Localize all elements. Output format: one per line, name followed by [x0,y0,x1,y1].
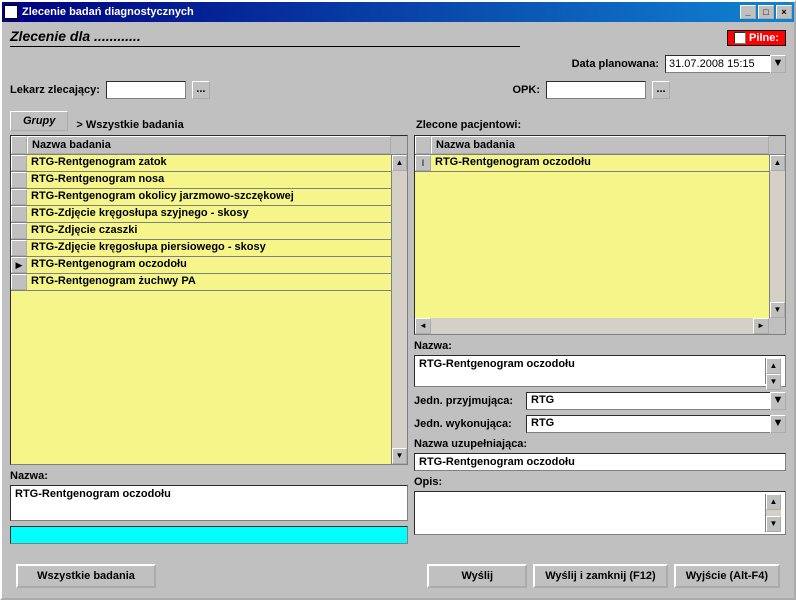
pilne-checkbox[interactable] [734,32,746,44]
pilne-badge[interactable]: Pilne: [727,30,786,46]
scroll-down-icon[interactable]: ▼ [766,516,781,532]
jedn-wyk-combo[interactable]: RTG ▼ [526,415,786,433]
vertical-scrollbar[interactable]: ▲ ▼ [765,494,781,532]
minimize-button[interactable]: _ [740,5,756,19]
horizontal-scrollbar[interactable]: ◄ ► [415,318,785,334]
opk-lookup-button[interactable]: ... [652,81,670,99]
scroll-down-icon[interactable]: ▼ [766,374,781,390]
nazwa-uzup-label: Nazwa uzupełniająca: [414,438,786,450]
cell-nazwa: RTG-Rentgenogram nosa [27,172,391,188]
zlecone-grid[interactable]: Nazwa badania IRTG-Rentgenogram oczodołu… [414,135,786,335]
badania-grid[interactable]: Nazwa badania RTG-Rentgenogram zatokRTG-… [10,135,408,465]
opis-label: Opis: [414,476,786,488]
grid-corner [415,136,431,154]
data-planowana-input[interactable] [665,55,770,73]
scroll-down-icon[interactable]: ▼ [392,448,407,464]
main-window: Zlecenie badań diagnostycznych _ □ × Zle… [0,0,796,600]
maximize-button[interactable]: □ [758,5,774,19]
scroll-down-icon[interactable]: ▼ [770,302,785,318]
cell-nazwa: RTG-Rentgenogram zatok [27,155,391,171]
data-planowana-label: Data planowana: [572,58,659,70]
jedn-przyj-label: Jedn. przyjmująca: [414,395,522,407]
cell-nazwa: RTG-Rentgenogram oczodołu [431,155,769,171]
pilne-label: Pilne: [749,32,779,44]
cell-nazwa: RTG-Rentgenogram okolicy jarzmowo-szczęk… [27,189,391,205]
zlecone-label: Zlecone pacjentowi: [416,119,786,131]
wszystkie-badania-button[interactable]: Wszystkie badania [16,564,156,588]
table-row[interactable]: RTG-Zdjęcie kręgosłupa piersiowego - sko… [11,240,391,257]
scroll-up-icon[interactable]: ▲ [770,155,785,171]
jedn-przyj-combo[interactable]: RTG ▼ [526,392,786,410]
column-header-nazwa[interactable]: Nazwa badania [27,136,391,154]
titlebar: Zlecenie badań diagnostycznych _ □ × [2,2,794,22]
row-indicator [11,189,27,205]
wyslij-zamknij-button[interactable]: Wyślij i zamknij (F12) [533,564,667,588]
chevron-down-icon[interactable]: ▼ [770,55,786,73]
scroll-up-icon[interactable]: ▲ [766,358,781,374]
nazwa-label-left: Nazwa: [10,470,408,482]
opk-input[interactable] [546,81,646,99]
table-row[interactable]: IRTG-Rentgenogram oczodołu [415,155,769,172]
table-row[interactable]: RTG-Rentgenogram zatok [11,155,391,172]
close-button[interactable]: × [776,5,792,19]
scroll-up-icon[interactable]: ▲ [392,155,407,171]
opis-textarea[interactable]: ▲ ▼ [414,491,786,535]
vertical-scrollbar[interactable]: ▲ ▼ [765,358,781,384]
lekarz-input[interactable] [106,81,186,99]
row-indicator [11,223,27,239]
row-indicator [11,274,27,290]
app-icon [4,5,18,19]
table-row[interactable]: ▶RTG-Rentgenogram oczodołu [11,257,391,274]
breadcrumb: > Wszystkie badania [76,119,183,131]
row-indicator: I [415,155,431,171]
window-title: Zlecenie badań diagnostycznych [22,6,194,18]
cell-nazwa: RTG-Rentgenogram oczodołu [27,257,391,273]
chevron-down-icon[interactable]: ▼ [770,392,786,410]
data-planowana-combo[interactable]: ▼ [665,55,786,73]
nazwa-textarea-left[interactable]: RTG-Rentgenogram oczodołu [10,485,408,521]
wyslij-button[interactable]: Wyślij [427,564,527,588]
table-row[interactable]: RTG-Zdjęcie kręgosłupa szyjnego - skosy [11,206,391,223]
cell-nazwa: RTG-Rentgenogram żuchwy PA [27,274,391,290]
tab-grupy[interactable]: Grupy [10,111,68,131]
scroll-up-icon[interactable]: ▲ [766,494,781,510]
lekarz-lookup-button[interactable]: ... [192,81,210,99]
nazwa-textarea-right[interactable]: RTG-Rentgenogram oczodołu ▲ ▼ [414,355,786,387]
row-indicator [11,240,27,256]
vertical-scrollbar[interactable]: ▲ ▼ [391,155,407,464]
nazwa-uzup-input[interactable]: RTG-Rentgenogram oczodołu [414,453,786,471]
row-indicator [11,172,27,188]
jedn-wyk-label: Jedn. wykonująca: [414,418,522,430]
lekarz-label: Lekarz zlecający: [10,84,100,96]
cell-nazwa: RTG-Zdjęcie kręgosłupa piersiowego - sko… [27,240,391,256]
cell-nazwa: RTG-Zdjęcie kręgosłupa szyjnego - skosy [27,206,391,222]
grid-corner [11,136,27,154]
page-title: Zlecenie dla ............ [10,28,520,47]
row-indicator [11,206,27,222]
cell-nazwa: RTG-Zdjęcie czaszki [27,223,391,239]
row-indicator: ▶ [11,257,27,273]
scroll-left-icon[interactable]: ◄ [415,318,431,334]
opk-label: OPK: [513,84,541,96]
table-row[interactable]: RTG-Zdjęcie czaszki [11,223,391,240]
table-row[interactable]: RTG-Rentgenogram okolicy jarzmowo-szczęk… [11,189,391,206]
status-bar [10,526,408,544]
wyjscie-button[interactable]: Wyjście (Alt-F4) [674,564,780,588]
table-row[interactable]: RTG-Rentgenogram żuchwy PA [11,274,391,291]
table-row[interactable]: RTG-Rentgenogram nosa [11,172,391,189]
nazwa-label-right: Nazwa: [414,340,786,352]
scroll-right-icon[interactable]: ► [753,318,769,334]
column-header-nazwa-right[interactable]: Nazwa badania [431,136,769,154]
row-indicator [11,155,27,171]
vertical-scrollbar[interactable]: ▲ ▼ [769,155,785,318]
chevron-down-icon[interactable]: ▼ [770,415,786,433]
